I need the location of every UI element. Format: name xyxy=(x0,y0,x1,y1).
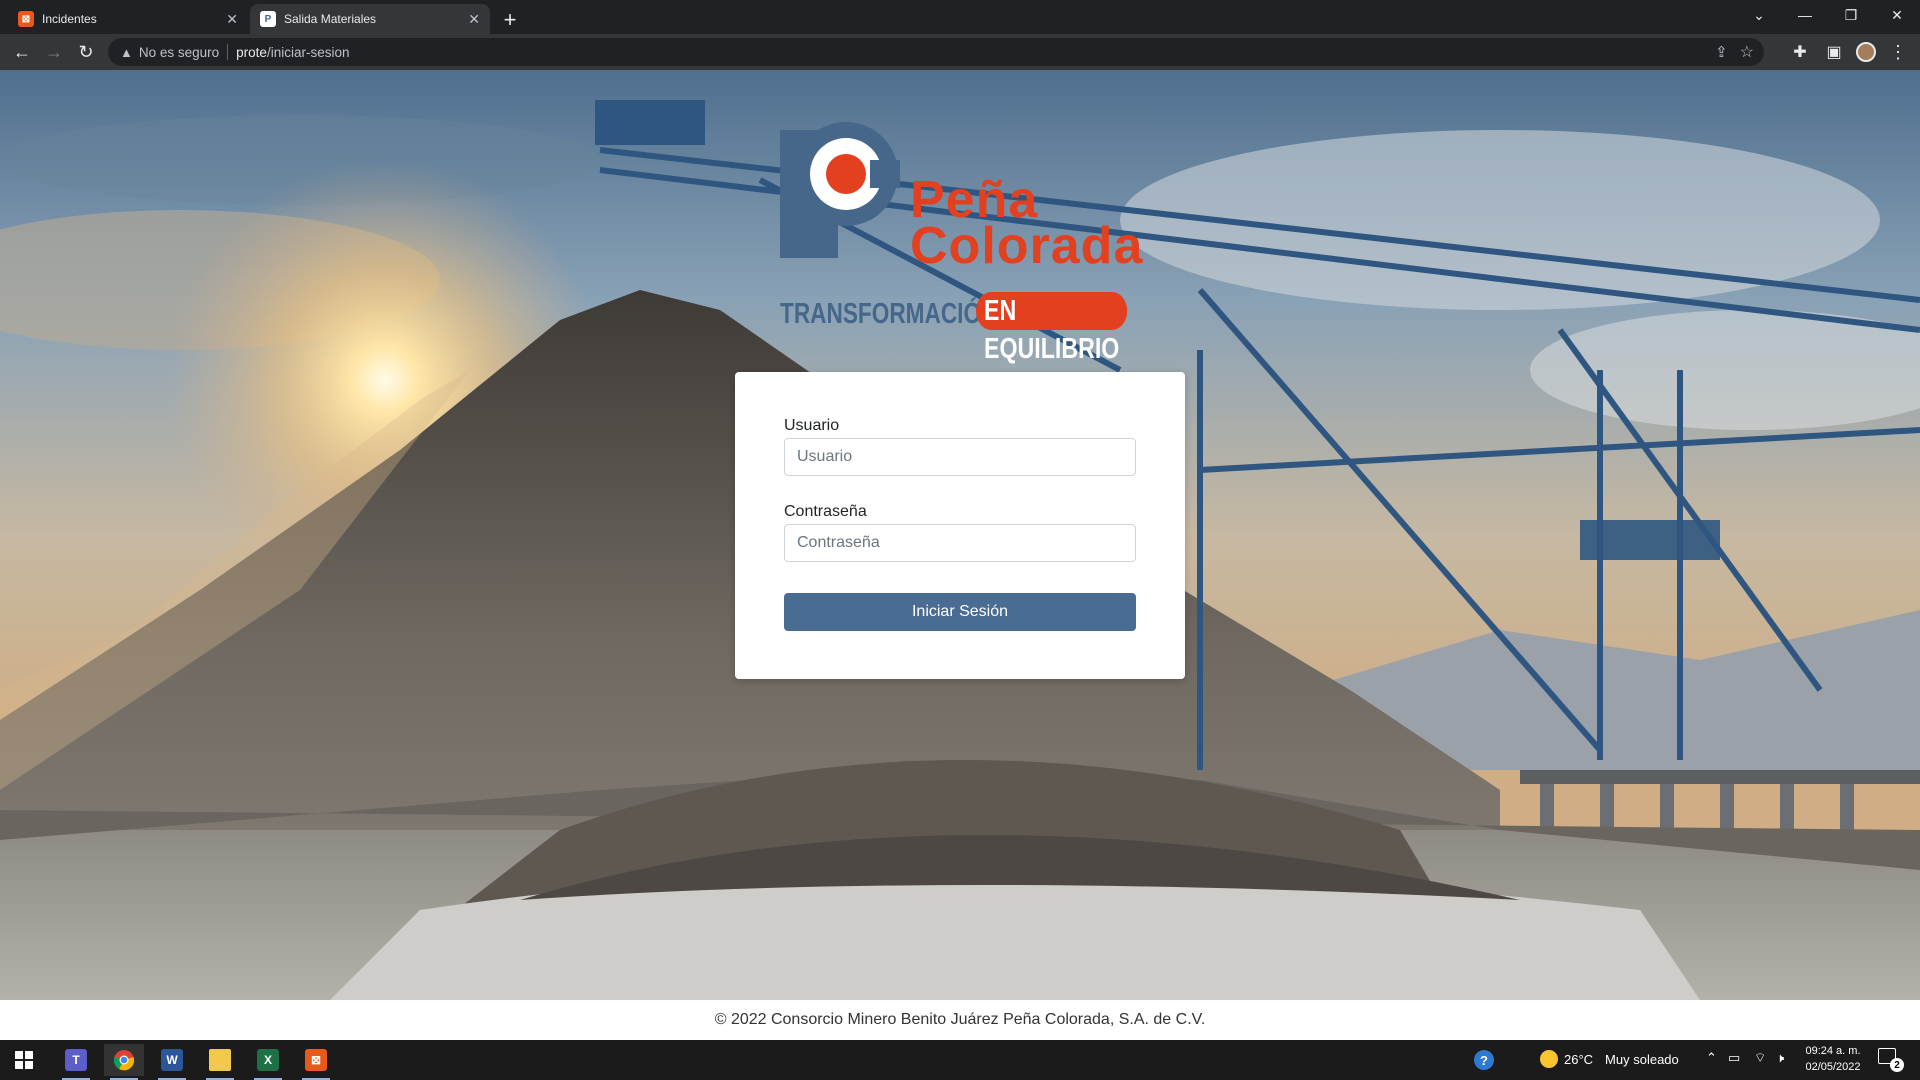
wifi-icon[interactable]: ⌔ xyxy=(1754,1050,1766,1066)
weather-widget[interactable]: 26°C Muy soleado xyxy=(1540,1050,1679,1068)
extensions-puzzle-icon[interactable]: ✚ xyxy=(1786,38,1814,66)
windows-taskbar: T W X ⊠ ? 26°C Muy soleado ⌃ ▭ ⌔ 🕨 09:24… xyxy=(0,1040,1920,1080)
address-bar[interactable]: ▲ No es seguro prote /iniciar-sesion ⇪ ☆ xyxy=(108,38,1764,66)
pena-colorada-emblem-icon xyxy=(780,122,900,258)
share-icon[interactable]: ⇪ xyxy=(1715,43,1728,61)
menu-kebab-icon[interactable]: ⋮ xyxy=(1884,38,1912,66)
help-badge-icon[interactable]: ? xyxy=(1464,1044,1504,1076)
excel-app-icon[interactable]: X xyxy=(248,1044,288,1080)
password-label: Contraseña xyxy=(784,503,867,520)
username-label: Usuario xyxy=(784,417,840,434)
tagline-en-equilibrio: EN EQUILIBRIO xyxy=(976,292,1128,365)
xampp-app-icon[interactable]: ⊠ xyxy=(296,1044,336,1080)
pena-colorada-favicon-icon: P xyxy=(260,11,276,27)
omnibox-divider xyxy=(227,44,229,60)
new-tab-button[interactable]: + xyxy=(496,6,524,34)
bookmark-star-icon[interactable]: ☆ xyxy=(1740,42,1754,62)
forward-arrow-icon[interactable]: → xyxy=(40,38,68,66)
tagline-transformacion: TRANSFORMACIÓN xyxy=(780,298,998,330)
login-submit-button[interactable]: Iniciar Sesión xyxy=(784,593,1136,631)
volume-muted-icon[interactable]: 🕨 xyxy=(1776,1050,1784,1066)
clock-time: 09:24 a. m. xyxy=(1805,1045,1861,1057)
security-label: No es seguro xyxy=(138,44,220,60)
weather-temp: 26°C xyxy=(1564,1051,1594,1067)
browser-toolbar: ← → ↻ ▲ No es seguro prote /iniciar-sesi… xyxy=(0,34,1920,70)
password-input[interactable] xyxy=(784,524,1136,562)
tab-incidentes[interactable]: ⊠ Incidentes ✕ xyxy=(8,4,248,34)
battery-icon[interactable]: ▭ xyxy=(1728,1050,1740,1066)
username-input[interactable] xyxy=(784,438,1136,476)
tab-title: Incidentes xyxy=(42,12,97,26)
copyright-text: © 2022 Consorcio Minero Benito Juárez Pe… xyxy=(714,1011,1206,1028)
tab-search-chevron-icon[interactable]: ⌄ xyxy=(1736,0,1782,30)
side-panel-icon[interactable]: ▣ xyxy=(1820,38,1848,66)
notification-count: 2 xyxy=(1890,1058,1904,1072)
minimize-icon[interactable]: — xyxy=(1782,0,1828,30)
tray-chevron-up-icon[interactable]: ⌃ xyxy=(1706,1050,1717,1066)
windows-start-icon[interactable] xyxy=(4,1044,44,1076)
restore-icon[interactable]: ❐ xyxy=(1828,0,1874,30)
warning-triangle-icon: ▲ xyxy=(120,44,133,60)
close-tab-icon[interactable]: ✕ xyxy=(468,11,480,28)
sun-weather-icon xyxy=(1540,1050,1558,1068)
login-page: Peña Colorada TRANSFORMACIÓN EN EQUILIBR… xyxy=(0,70,1920,1000)
back-arrow-icon[interactable]: ← xyxy=(8,38,36,66)
url-host: prote xyxy=(236,44,267,60)
clock[interactable]: 09:24 a. m. 02/05/2022 xyxy=(1800,1043,1866,1075)
file-explorer-icon[interactable] xyxy=(200,1044,240,1080)
chrome-app-icon[interactable] xyxy=(104,1044,144,1080)
login-card: Usuario Contraseña Iniciar Sesión xyxy=(735,372,1185,679)
close-tab-icon[interactable]: ✕ xyxy=(226,11,238,28)
xampp-favicon-icon: ⊠ xyxy=(18,11,34,27)
url-path: /iniciar-sesion xyxy=(266,44,350,60)
brand-name-line2: Colorada xyxy=(910,217,1144,275)
browser-tab-strip: ⊠ Incidentes ✕ P Salida Materiales ✕ + ⌄… xyxy=(0,0,1920,34)
weather-desc: Muy soleado xyxy=(1605,1051,1679,1067)
clock-date: 02/05/2022 xyxy=(1805,1061,1861,1073)
profile-avatar[interactable] xyxy=(1852,38,1880,66)
tab-title: Salida Materiales xyxy=(284,12,377,26)
pena-colorada-logo: Peña Colorada TRANSFORMACIÓN EN EQUILIBR… xyxy=(780,118,1144,365)
word-app-icon[interactable]: W xyxy=(152,1044,192,1080)
reload-icon[interactable]: ↻ xyxy=(72,38,100,66)
tab-salida-materiales[interactable]: P Salida Materiales ✕ xyxy=(250,4,490,34)
teams-app-icon[interactable]: T xyxy=(56,1044,96,1080)
close-window-icon[interactable]: ✕ xyxy=(1874,0,1920,30)
notification-center-icon[interactable]: 2 xyxy=(1878,1048,1904,1072)
page-footer: © 2022 Consorcio Minero Benito Juárez Pe… xyxy=(0,1000,1920,1040)
